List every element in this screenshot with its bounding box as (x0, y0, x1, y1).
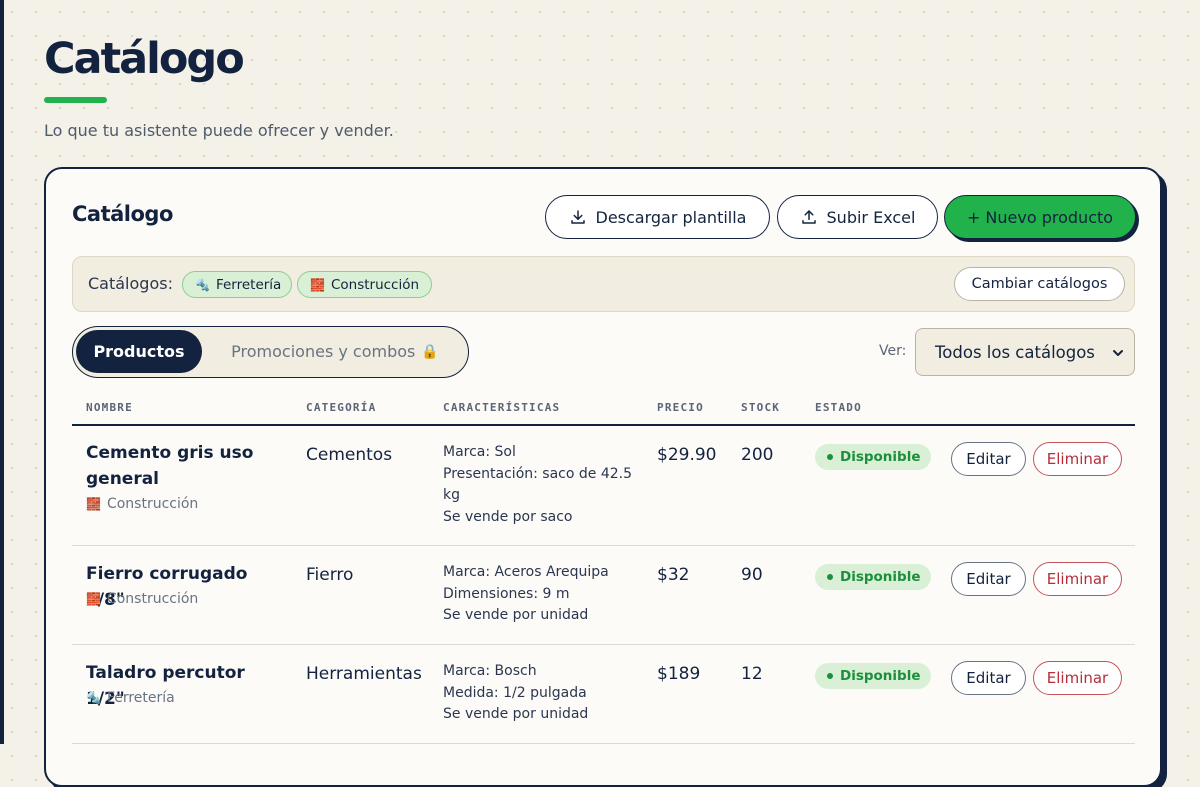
catalog-view-select[interactable]: Todos los catálogos (915, 328, 1135, 376)
product-price: $189 (657, 664, 701, 684)
product-catalog: Ferretería (106, 690, 175, 706)
header-features: CARACTERÍSTICAS (443, 401, 561, 414)
product-category: Cementos (306, 445, 393, 465)
lock-icon: 🔒 (421, 343, 439, 360)
window-left-edge (0, 0, 4, 744)
catalog-filter-bar: Catálogos: 🔩 Ferretería 🧱 Construcción C… (72, 256, 1135, 312)
brick-icon: 🧱 (86, 592, 101, 606)
delete-button[interactable]: Eliminar (1033, 442, 1122, 476)
tab-promotions[interactable]: Promociones y combos 🔒 (205, 330, 465, 373)
status-dot-icon (827, 454, 833, 460)
feature-line: Dimensiones: 9 m (443, 585, 570, 602)
feature-line: kg (443, 487, 460, 503)
product-stock: 12 (741, 664, 763, 684)
catalog-chip-construccion: 🧱 Construcción (297, 271, 432, 298)
feature-line: Medida: 1/2 pulgada (443, 684, 587, 701)
product-stock: 200 (741, 445, 774, 465)
status-badge: Disponible (815, 444, 931, 470)
product-features: Marca: Aceros Arequipa Dimensiones: 9 m … (443, 562, 638, 627)
download-template-label: Descargar plantilla (595, 207, 747, 227)
tab-label: Promociones y combos (231, 342, 416, 361)
feature-line: Marca: Bosch (443, 663, 537, 679)
catalog-chip-label: Ferretería (215, 276, 282, 293)
page-subtitle: Lo que tu asistente puede ofrecer y vend… (44, 121, 394, 140)
table-row: Cemento gris uso general 🧱 Construcción … (72, 426, 1135, 546)
bolt-icon: 🔩 (86, 691, 101, 705)
title-underline (44, 97, 107, 103)
edit-button[interactable]: Editar (951, 442, 1026, 476)
delete-button[interactable]: Eliminar (1033, 562, 1122, 596)
product-price: $29.90 (657, 445, 717, 465)
new-product-button[interactable]: + Nuevo producto (944, 195, 1136, 239)
header-price: PRECIO (657, 401, 704, 414)
header-category: CATEGORÍA (306, 401, 377, 414)
product-catalog: Construcción (106, 496, 199, 512)
status-badge: Disponible (815, 564, 931, 590)
table-row: Taladro percutor 1/2" 🔩 Ferretería Herra… (72, 645, 1135, 744)
new-product-label: + Nuevo producto (966, 207, 1114, 227)
product-price: $32 (657, 565, 690, 585)
upload-excel-label: Subir Excel (826, 207, 916, 227)
catalogs-label: Catálogos: (88, 274, 173, 293)
tab-bar: Productos Promociones y combos 🔒 (72, 326, 469, 378)
header-stock: STOCK (741, 401, 781, 414)
feature-line: Se vende por saco (443, 508, 573, 525)
view-label: Ver: (879, 343, 907, 359)
download-template-button[interactable]: Descargar plantilla (545, 195, 770, 239)
bolt-icon: 🔩 (195, 277, 210, 292)
status-label: Disponible (840, 449, 921, 465)
download-icon (570, 210, 585, 224)
brick-icon: 🧱 (310, 277, 325, 292)
feature-line: Se vende por unidad (443, 706, 589, 722)
header-name: NOMBRE (86, 401, 133, 414)
upload-icon (801, 210, 816, 224)
upload-excel-button[interactable]: Subir Excel (777, 195, 938, 239)
feature-line: Se vende por unidad (443, 607, 589, 623)
product-category: Fierro (306, 565, 354, 585)
change-catalogs-button[interactable]: Cambiar catálogos (954, 267, 1125, 301)
feature-line: Presentación: saco de 42.5 (443, 465, 633, 482)
product-category: Herramientas (306, 664, 422, 684)
edit-button[interactable]: Editar (951, 661, 1026, 695)
status-label: Disponible (840, 668, 921, 684)
product-name-line: general (86, 469, 160, 489)
product-name: Cemento gris uso general (86, 440, 276, 492)
edit-button[interactable]: Editar (951, 562, 1026, 596)
delete-button[interactable]: Eliminar (1033, 661, 1122, 695)
status-dot-icon (827, 574, 833, 580)
catalog-view-value: Todos los catálogos (935, 342, 1095, 362)
header-status: ESTADO (815, 401, 862, 414)
product-features: Marca: Bosch Medida: 1/2 pulgada Se vend… (443, 661, 638, 726)
status-label: Disponible (840, 569, 921, 585)
tab-products[interactable]: Productos (76, 330, 202, 373)
product-catalog: Construcción (106, 591, 199, 607)
status-badge: Disponible (815, 663, 931, 689)
chevron-down-icon (1113, 350, 1123, 356)
feature-line: Marca: Aceros Arequipa (443, 564, 609, 580)
product-catalog-tag: 🧱 Construcción (86, 496, 198, 512)
brick-icon: 🧱 (86, 497, 101, 511)
product-catalog-tag: 🧱 Construcción (86, 591, 198, 607)
status-dot-icon (827, 673, 833, 679)
table-row: Fierro corrugado 3/8" 🧱 Construcción Fie… (72, 546, 1135, 645)
catalog-chip-label: Construcción (330, 276, 420, 293)
tab-label: Productos (93, 342, 185, 361)
product-features: Marca: Sol Presentación: saco de 42.5 kg… (443, 442, 638, 528)
card-title: Catálogo (72, 202, 173, 226)
product-catalog-tag: 🔩 Ferretería (86, 690, 175, 706)
feature-line: Marca: Sol (443, 444, 516, 460)
catalog-chip-ferreteria: 🔩 Ferretería (182, 271, 292, 298)
page-title: Catálogo (44, 34, 245, 84)
product-name-line: Cemento gris uso (86, 443, 254, 463)
catalog-card: Catálogo Descargar plantilla Subir Excel… (44, 167, 1162, 787)
product-stock: 90 (741, 565, 763, 585)
